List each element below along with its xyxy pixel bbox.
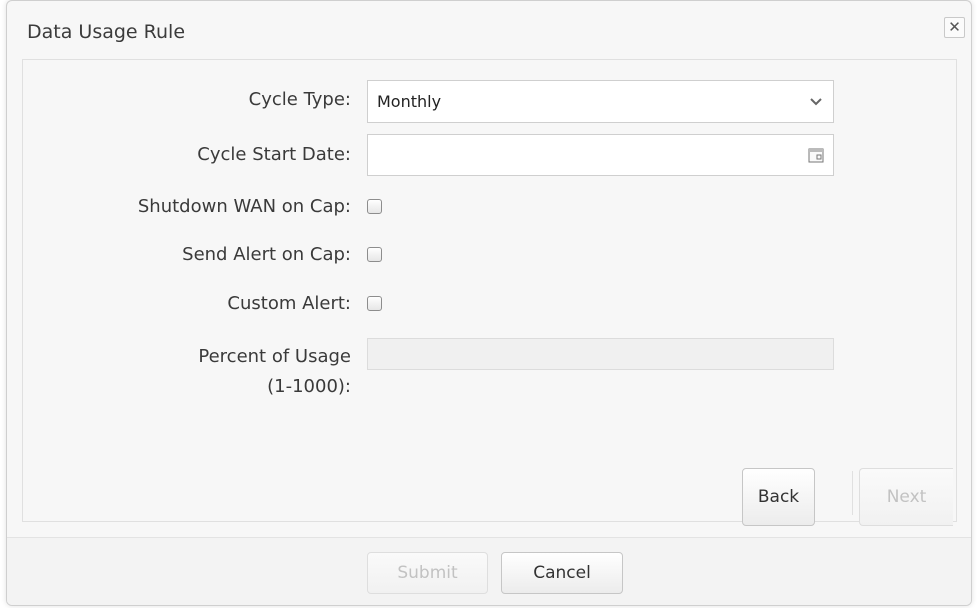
- back-button[interactable]: Back: [742, 468, 815, 526]
- percent-usage-input: [367, 338, 834, 370]
- data-usage-rule-dialog: Data Usage Rule ✕ Cycle Type: Monthly Cy…: [6, 0, 972, 606]
- send-alert-checkbox[interactable]: [367, 247, 382, 262]
- custom-alert-checkbox[interactable]: [367, 296, 382, 311]
- cancel-button[interactable]: Cancel: [501, 552, 623, 594]
- submit-button[interactable]: Submit: [367, 552, 488, 594]
- cycle-type-label: Cycle Type:: [248, 89, 351, 110]
- wizard-separator: [852, 471, 853, 515]
- close-icon: ✕: [948, 18, 961, 36]
- cycle-type-value: Monthly: [377, 92, 442, 111]
- percent-usage-label-line1: Percent of Usage: [198, 346, 351, 367]
- custom-alert-label: Custom Alert:: [227, 293, 351, 314]
- shutdown-wan-label: Shutdown WAN on Cap:: [137, 196, 351, 217]
- shutdown-wan-checkbox[interactable]: [367, 199, 382, 214]
- form-panel: Cycle Type: Monthly Cycle Start Date: Sh…: [22, 59, 957, 526]
- send-alert-label: Send Alert on Cap:: [182, 244, 351, 265]
- calendar-icon[interactable]: [799, 135, 833, 175]
- dialog-title: Data Usage Rule: [27, 21, 186, 43]
- cycle-type-select[interactable]: Monthly: [367, 80, 834, 123]
- chevron-down-icon: [799, 81, 833, 122]
- cycle-start-date-label: Cycle Start Date:: [197, 144, 351, 165]
- percent-usage-label: Percent of Usage (1-1000):: [198, 342, 351, 402]
- next-button[interactable]: Next: [859, 468, 953, 526]
- dialog-footer: Submit Cancel: [7, 537, 971, 605]
- cycle-start-date-input[interactable]: [367, 134, 834, 176]
- close-button[interactable]: ✕: [944, 17, 965, 38]
- percent-usage-label-line2: (1-1000):: [267, 376, 351, 397]
